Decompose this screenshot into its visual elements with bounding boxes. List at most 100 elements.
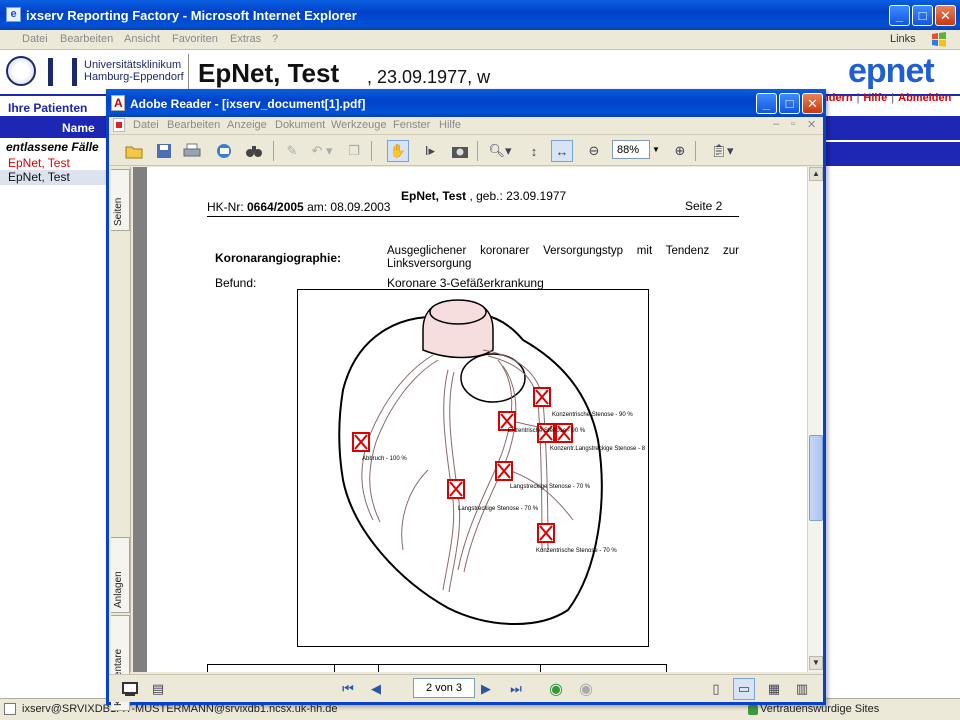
pdf-dob: , geb.: 23.09.1977 bbox=[466, 189, 567, 203]
go-back-icon[interactable]: ◉ bbox=[545, 678, 567, 700]
adobe-toolbar: ✎ ↶ ▾ ❐ ✋ I▸ 🔍︎▾ ↕ ↔ ⊖ ⊕ 📋︎▾ bbox=[109, 136, 823, 166]
adobe-close-button[interactable]: ✕ bbox=[802, 93, 823, 114]
facing-pages-icon[interactable]: ▦ bbox=[763, 678, 785, 700]
toolbar-separator bbox=[477, 141, 478, 161]
adobe-menu-anzeige[interactable]: Anzeige bbox=[227, 119, 267, 131]
patient-list-item[interactable]: EpNet, Test bbox=[0, 156, 110, 170]
pdf-hk-line: HK-Nr: 0664/2005 am: 08.09.2003 bbox=[207, 200, 390, 214]
save-icon[interactable] bbox=[153, 140, 175, 162]
print-icon[interactable] bbox=[181, 140, 203, 162]
zoom-input[interactable]: 88% bbox=[612, 140, 650, 159]
document-view[interactable]: EpNet, Test , geb.: 23.09.1977 HK-Nr: 06… bbox=[133, 167, 807, 672]
first-page-icon[interactable]: ⏮ bbox=[337, 678, 359, 700]
heart-illustration: Konzentrische Stenose - 90 % Exzentrisch… bbox=[338, 299, 646, 625]
link-abmelden[interactable]: Abmelden bbox=[898, 92, 951, 104]
next-page-icon[interactable]: ▶ bbox=[475, 678, 497, 700]
stenosis-label: Langstreckige Stenose - 70 % bbox=[458, 506, 539, 512]
ie-links-button[interactable]: Links bbox=[890, 33, 916, 45]
ie-menu-ansicht[interactable]: Ansicht bbox=[124, 33, 160, 45]
ie-minimize-button[interactable]: _ bbox=[889, 5, 910, 26]
doc-close-icon[interactable]: ✕ bbox=[807, 118, 816, 131]
koronar-label: Koronarangiographie: bbox=[215, 251, 342, 265]
sidebar-column-header[interactable]: Name bbox=[0, 116, 110, 138]
go-forward-icon[interactable]: ◉ bbox=[575, 678, 597, 700]
uke-logo-bar bbox=[72, 58, 77, 86]
ie-app-icon: e bbox=[6, 7, 21, 22]
scroll-thumb[interactable] bbox=[809, 435, 823, 521]
link-aendern[interactable]: ndern bbox=[822, 92, 853, 104]
zoom-in-tool-icon[interactable]: 🔍︎▾ bbox=[483, 140, 517, 162]
stenosis-label: Konzentrische Stenose - 70 % bbox=[536, 548, 617, 554]
ie-menu-extras[interactable]: Extras bbox=[230, 33, 261, 45]
sidebar-title: Ihre Patienten bbox=[8, 101, 88, 115]
pdf-name: EpNet, Test bbox=[401, 189, 467, 203]
zoom-in-icon[interactable]: ⊕ bbox=[669, 140, 691, 162]
pdf-table bbox=[207, 664, 667, 672]
uke-line2: Hamburg-Eppendorf bbox=[84, 71, 184, 83]
stenosis-label: Abbruch - 100 % bbox=[362, 456, 407, 462]
ie-menu-bar: Datei Bearbeiten Ansicht Favoriten Extra… bbox=[0, 30, 960, 50]
adobe-minimize-button[interactable]: _ bbox=[756, 93, 777, 114]
page-icon bbox=[4, 703, 16, 715]
continuous-facing-icon[interactable]: ▥ bbox=[791, 678, 813, 700]
scroll-up-icon[interactable]: ▲ bbox=[809, 167, 823, 181]
pdf-hk-prefix: HK-Nr: bbox=[207, 200, 247, 214]
ie-maximize-button[interactable]: □ bbox=[912, 5, 933, 26]
hand-tool-icon[interactable]: ✋ bbox=[387, 140, 409, 162]
page-number-input[interactable]: 2 von 3 bbox=[413, 678, 475, 698]
adobe-menu-dokument[interactable]: Dokument bbox=[275, 119, 325, 131]
adobe-menu-fenster[interactable]: Fenster bbox=[393, 119, 430, 131]
adobe-menu-bearbeiten[interactable]: Bearbeiten bbox=[167, 119, 220, 131]
sign-icon[interactable]: ✎ bbox=[281, 140, 303, 162]
doc-minimize-icon[interactable]: – bbox=[773, 118, 779, 130]
toolbar-separator bbox=[273, 141, 274, 161]
single-page-icon[interactable]: ▯ bbox=[705, 678, 727, 700]
patient-details: , 23.09.1977, w bbox=[367, 67, 491, 87]
ie-menu-help[interactable]: ? bbox=[272, 33, 278, 45]
stenosis-label: Langstreckige Stenose - 70 % bbox=[510, 484, 591, 490]
trusted-sites-icon bbox=[748, 705, 758, 715]
fit-page-icon[interactable]: ↕ bbox=[523, 140, 545, 162]
snapshot-icon[interactable] bbox=[449, 140, 471, 162]
tab-anlagen[interactable]: Anlagen bbox=[111, 537, 130, 613]
uke-logo-text: Universitätsklinikum Hamburg-Eppendorf bbox=[84, 59, 184, 83]
zoom-dropdown-icon[interactable]: ▼ bbox=[650, 140, 662, 159]
open-folder-icon[interactable] bbox=[123, 140, 145, 162]
link-hilfe[interactable]: Hilfe bbox=[863, 92, 887, 104]
continuous-page-icon[interactable]: ▭ bbox=[733, 678, 755, 700]
ie-menu-favoriten[interactable]: Favoriten bbox=[172, 33, 218, 45]
page-layout-icon[interactable] bbox=[119, 678, 141, 700]
email-icon[interactable] bbox=[213, 140, 235, 162]
uke-seal-logo bbox=[6, 56, 36, 86]
adobe-menu-datei[interactable]: Datei bbox=[133, 119, 159, 131]
ie-menu-datei[interactable]: Datei bbox=[22, 33, 48, 45]
toolbar-separator bbox=[695, 141, 696, 161]
divider bbox=[188, 54, 189, 92]
last-page-icon[interactable]: ⏭ bbox=[505, 678, 527, 700]
ie-menu-bearbeiten[interactable]: Bearbeiten bbox=[60, 33, 113, 45]
copy-icon[interactable]: ❐ bbox=[343, 140, 365, 162]
adobe-menu-hilfe[interactable]: Hilfe bbox=[439, 119, 461, 131]
page-properties-icon[interactable]: ▤ bbox=[147, 678, 169, 700]
vertical-scrollbar[interactable]: ▲ ▼ bbox=[807, 167, 823, 672]
doc-restore-icon[interactable]: ▫ bbox=[791, 118, 795, 130]
pdf-page-number: Seite 2 bbox=[685, 199, 723, 213]
scroll-down-icon[interactable]: ▼ bbox=[809, 656, 823, 670]
uke-line1: Universitätsklinikum bbox=[84, 59, 182, 71]
previous-page-icon[interactable]: ◀ bbox=[365, 678, 387, 700]
adobe-menu-werkzeuge[interactable]: Werkzeuge bbox=[331, 119, 386, 131]
select-text-icon[interactable]: I▸ bbox=[415, 140, 445, 162]
tasks-icon[interactable]: 📋︎▾ bbox=[707, 140, 737, 162]
search-binoculars-icon[interactable] bbox=[243, 140, 265, 162]
ie-close-button[interactable]: ✕ bbox=[935, 5, 956, 26]
tab-seiten[interactable]: Seiten bbox=[111, 169, 130, 231]
ie-window-title: ixserv Reporting Factory - Microsoft Int… bbox=[26, 8, 357, 23]
patient-list-item[interactable]: EpNet, Test bbox=[0, 170, 110, 185]
fit-width-icon[interactable]: ↔ bbox=[551, 140, 573, 162]
adobe-maximize-button[interactable]: □ bbox=[779, 93, 800, 114]
stenosis-label: Exzentrische Stenose - 90 % bbox=[508, 428, 586, 434]
undo-icon[interactable]: ↶ ▾ bbox=[307, 140, 337, 162]
top-links: ndern | Hilfe | Abmelden bbox=[822, 92, 952, 104]
zoom-out-icon[interactable]: ⊖ bbox=[583, 140, 605, 162]
header-bar bbox=[822, 116, 960, 140]
